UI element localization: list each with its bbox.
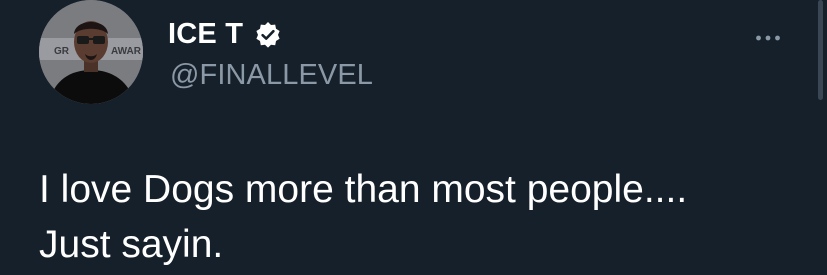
avatar-backdrop-text-right: AWAR <box>111 46 142 57</box>
profile-photo-avatar: GR AWAR <box>39 0 143 104</box>
tweet-text-line: I love Dogs more than most people.... <box>39 168 688 211</box>
user-handle[interactable]: @FINALLEVEL <box>170 56 373 94</box>
avatar-backdrop-text-left: GR <box>54 46 70 57</box>
tweet-text: I love Dogs more than most people.... Ju… <box>39 162 799 272</box>
tweet-card: GR AWAR ICE T @FINALLEVEL I love Dogs mo… <box>0 0 827 275</box>
tweet-text-line: Just sayin. <box>39 223 224 266</box>
display-name[interactable]: ICE T <box>168 16 243 52</box>
scrollbar-thumb[interactable] <box>818 0 823 100</box>
verified-check-icon <box>256 22 280 48</box>
more-options-ellipsis-icon <box>756 35 780 41</box>
more-options-button[interactable] <box>748 18 788 58</box>
avatar[interactable]: GR AWAR <box>39 0 143 104</box>
